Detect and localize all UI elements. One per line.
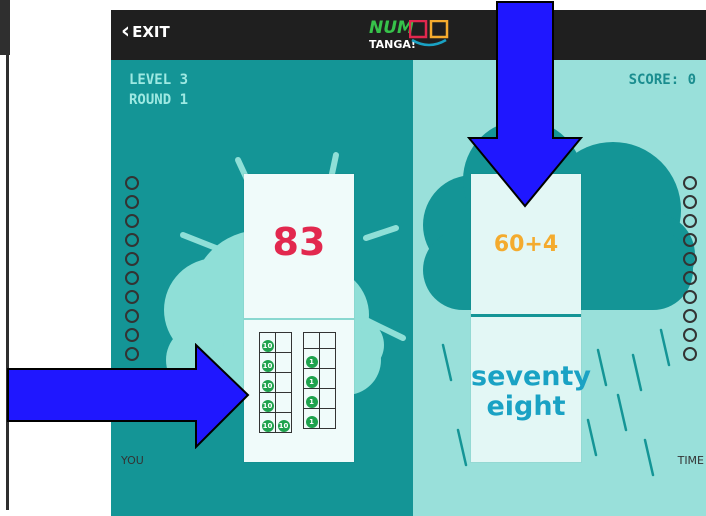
game-header: ‹ EXIT NUM TANGA!: [111, 10, 706, 60]
logo-num-text: NUM: [369, 18, 414, 38]
ones-frame-row: 1: [303, 348, 336, 369]
timer-progress-dot: [683, 252, 697, 266]
player-progress-dot: [125, 195, 139, 209]
you-label: YOU: [121, 454, 144, 467]
timer-progress-dot: [683, 271, 697, 285]
ones-frame-row: 1: [303, 388, 336, 409]
tens-frame-chip: 10: [261, 420, 274, 432]
numtanga-logo: NUM TANGA!: [361, 18, 461, 56]
tens-frame-chip: 10: [261, 360, 274, 372]
tens-frame-chip: 10: [261, 380, 274, 392]
tens-frame-cell: [275, 392, 292, 413]
ones-frame-cell: [303, 332, 320, 349]
timer-progress-dot: [683, 347, 697, 361]
target-number: 83: [272, 220, 326, 264]
ones-frame-cell: 1: [303, 348, 320, 369]
ones-frame-chip: 1: [305, 396, 318, 408]
timer-progress-dot: [683, 233, 697, 247]
ones-frame-row: 1: [303, 368, 336, 389]
exit-button[interactable]: ‹ EXIT: [121, 19, 170, 44]
ones-frame-cell: 1: [303, 388, 320, 409]
card-divider: [471, 314, 581, 317]
ones-frame-cell: [319, 388, 336, 409]
tens-frame-cell: [275, 372, 292, 393]
right-arrow-annotation: [7, 343, 250, 449]
number-word-line-2: eight: [486, 391, 566, 422]
round-indicator: ROUND 1: [129, 92, 189, 108]
timer-progress-dot: [683, 290, 697, 304]
tens-frame-cell: 10: [259, 352, 276, 373]
time-label: TIME: [677, 454, 704, 467]
player-progress-dot: [125, 271, 139, 285]
ones-frame-chip: 1: [305, 376, 318, 388]
ones-frame-chip: 1: [305, 416, 318, 428]
tens-frame-row: 10: [259, 372, 292, 393]
player-progress-dot: [125, 214, 139, 228]
tens-frame-chip: 10: [261, 400, 274, 412]
tens-frame-cell: [275, 332, 292, 353]
ones-frame-cell: [319, 348, 336, 369]
tens-frame-cell: 10: [259, 392, 276, 413]
tens-frame-chip: 10: [261, 340, 274, 352]
player-progress-dots: [125, 176, 139, 366]
player-progress-dot: [125, 176, 139, 190]
down-arrow-annotation: [467, 1, 583, 208]
ones-frame-row: 1: [303, 408, 336, 429]
player-progress-dot: [125, 290, 139, 304]
player-progress-dot: [125, 233, 139, 247]
tens-frame-cell: 10: [275, 412, 292, 433]
player-progress-dot: [125, 309, 139, 323]
number-words: seventy eight: [471, 361, 592, 422]
tens-frame-cell: 10: [259, 332, 276, 353]
tens-frame-row: 10: [259, 392, 292, 413]
tens-frame-cell: 10: [259, 412, 276, 433]
logo-squares-icon: [409, 20, 449, 47]
ones-frame-cell: 1: [303, 368, 320, 389]
level-indicator: LEVEL 3: [129, 72, 189, 88]
tens-frame-cell: 10: [259, 372, 276, 393]
player-progress-dot: [125, 328, 139, 342]
ones-frame-cell: [319, 408, 336, 429]
ones-frame-cell: [319, 332, 336, 349]
timer-progress-dot: [683, 309, 697, 323]
ones-frame-row: [303, 332, 336, 349]
player-progress-dot: [125, 252, 139, 266]
exit-label: EXIT: [132, 23, 170, 41]
timer-progress-dots: [683, 176, 697, 366]
chevron-left-icon: ‹: [121, 19, 131, 44]
ones-frame-cell: [319, 368, 336, 389]
tens-frame: 10 10 10 10 10 10: [259, 332, 292, 433]
sum-expression: 60+4: [493, 232, 559, 257]
tens-frame-row: 10 10: [259, 412, 292, 433]
tens-frame-cell: [275, 352, 292, 373]
timer-progress-dot: [683, 328, 697, 342]
timer-progress-dot: [683, 214, 697, 228]
number-word-line-1: seventy: [471, 361, 592, 392]
ones-frame-cell: 1: [303, 408, 320, 429]
tens-frame-row: 10: [259, 332, 292, 353]
left-chrome-header: [0, 0, 10, 55]
ones-frame-chip: 1: [305, 356, 318, 368]
timer-progress-dot: [683, 195, 697, 209]
tens-frame-chip: 10: [277, 420, 290, 432]
ones-frame: 1 1 1 1: [303, 332, 336, 429]
timer-progress-dot: [683, 176, 697, 190]
score-indicator: SCORE: 0: [628, 72, 696, 88]
tens-frame-row: 10: [259, 352, 292, 373]
